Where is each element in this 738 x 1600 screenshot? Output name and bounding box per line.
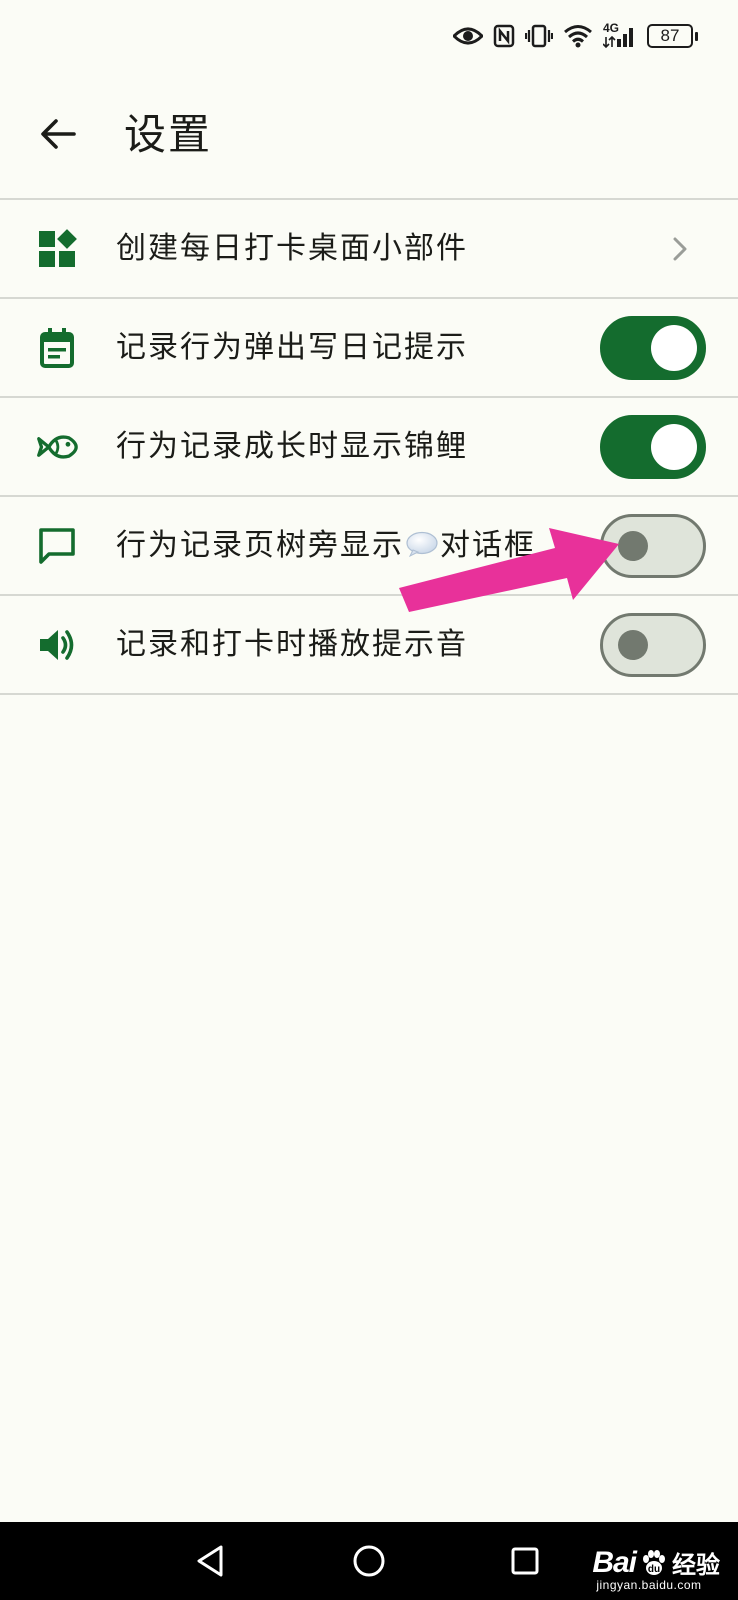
paw-icon: du xyxy=(643,1549,665,1575)
nav-back-button[interactable] xyxy=(188,1539,232,1583)
nfc-icon xyxy=(493,24,515,48)
wifi-icon xyxy=(564,25,592,48)
toggle-knob xyxy=(651,423,697,470)
status-icons: 4G 87 xyxy=(453,20,698,52)
setting-row-widget[interactable]: 创建每日打卡桌面小部件 xyxy=(0,200,738,299)
watermark-brand-left: Bai xyxy=(592,1545,637,1579)
status-bar: 4G 87 xyxy=(0,0,738,70)
calendar-note-icon xyxy=(36,327,78,369)
battery-icon: 87 xyxy=(647,24,698,48)
page-title: 设置 xyxy=(124,110,213,159)
toggle-knob xyxy=(651,324,697,371)
setting-label: 创建每日打卡桌面小部件 xyxy=(116,230,468,266)
chat-bubble-icon xyxy=(36,525,78,567)
chevron-right-icon xyxy=(673,237,687,260)
sound-toggle[interactable] xyxy=(600,612,706,677)
annotation-arrow xyxy=(399,528,619,612)
vibrate-icon xyxy=(525,24,553,48)
app-bar: 设置 xyxy=(0,70,738,200)
arrow-left-icon xyxy=(41,119,76,149)
setting-label: 行为记录成长时显示锦鲤 xyxy=(116,428,468,464)
fish-icon xyxy=(36,426,78,468)
home-circle-icon xyxy=(353,1545,385,1577)
settings-list: 创建每日打卡桌面小部件 记录行为弹出写日记提示 行为记录成长时显示锦鲤 行为记录… xyxy=(0,198,738,695)
nav-home-button[interactable] xyxy=(347,1539,391,1583)
setting-row-diary-prompt: 记录行为弹出写日记提示 xyxy=(0,299,738,398)
watermark-url: jingyan.baidu.com xyxy=(596,1578,702,1592)
baidu-jingyan-watermark: Bai du 经验 jingyan.baidu.com xyxy=(592,1545,720,1593)
cellular-signal-icon: 4G xyxy=(603,21,637,49)
back-button[interactable] xyxy=(30,106,86,162)
battery-level: 87 xyxy=(647,24,693,48)
setting-label: 记录行为弹出写日记提示 xyxy=(116,329,468,365)
recents-square-icon xyxy=(511,1547,539,1575)
watermark-brand-right: 经验 xyxy=(672,1552,720,1579)
back-triangle-icon xyxy=(197,1545,223,1577)
setting-label: 记录和打卡时播放提示音 xyxy=(116,626,468,662)
volume-icon xyxy=(36,624,78,666)
eye-comfort-icon xyxy=(453,27,483,45)
diary-prompt-toggle[interactable] xyxy=(600,315,706,380)
label-text-before: 行为记录页树旁显示 xyxy=(116,527,404,563)
koi-toggle[interactable] xyxy=(600,414,706,479)
svg-text:du: du xyxy=(648,1564,660,1575)
setting-row-koi: 行为记录成长时显示锦鲤 xyxy=(0,398,738,497)
widgets-icon xyxy=(36,228,78,270)
toggle-knob xyxy=(618,629,648,660)
system-nav-bar: Bai du 经验 jingyan.baidu.com xyxy=(0,1522,738,1600)
settings-screen: 4G 87 设置 创建每日打卡桌面小部件 记录行为弹出写日记提示 行为记录成长时… xyxy=(0,0,738,1600)
nav-recents-button[interactable] xyxy=(503,1539,547,1583)
